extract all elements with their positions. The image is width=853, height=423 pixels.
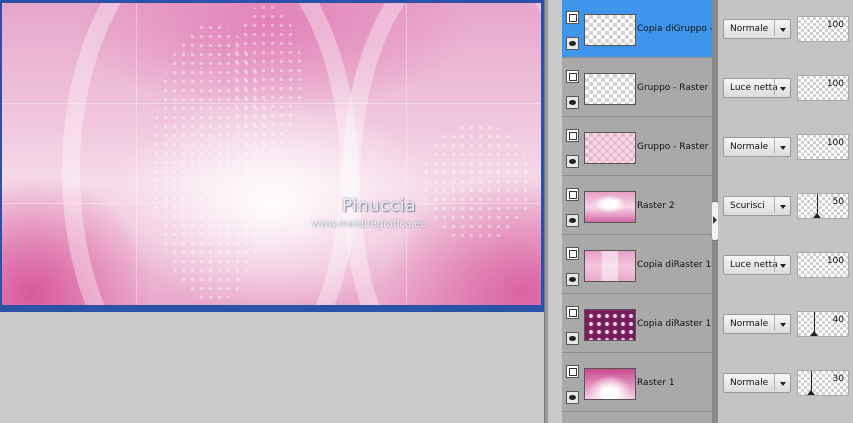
layer-row[interactable]: Copia diGruppo - l [562, 0, 712, 58]
dropdown-arrow-icon [774, 138, 786, 154]
layer-properties: Luce netta 100 [718, 236, 853, 294]
layer-properties: Scurisci 50 [718, 177, 853, 235]
blend-mode-value: Normale [730, 24, 769, 34]
opacity-slider[interactable]: 100 [797, 75, 849, 101]
visibility-eye-icon[interactable] [566, 155, 579, 168]
visibility-eye-icon[interactable] [566, 214, 579, 227]
layer-row[interactable]: Gruppo - Raster 3 [562, 59, 712, 117]
dropdown-arrow-icon [774, 20, 786, 36]
visibility-eye-icon[interactable] [566, 37, 579, 50]
opacity-slider-thumb[interactable] [813, 213, 821, 218]
opacity-value: 100 [826, 20, 844, 30]
opacity-value: 40 [832, 315, 844, 325]
opacity-slider[interactable]: 100 [797, 134, 849, 160]
layer-thumbnail [584, 309, 636, 341]
layer-row[interactable]: Gruppo - Raster 3 [562, 118, 712, 176]
blend-mode-dropdown[interactable]: Normale [723, 373, 791, 393]
layer-thumbnail [584, 14, 636, 46]
opacity-value: 100 [826, 79, 844, 89]
workspace-background [0, 312, 544, 423]
dropdown-arrow-icon [774, 315, 786, 331]
decor-bokeh [232, 3, 302, 153]
opacity-value: 100 [826, 256, 844, 266]
panel-divider [544, 0, 548, 423]
dropdown-arrow-icon [774, 374, 786, 390]
blend-mode-dropdown[interactable]: Luce netta [723, 255, 791, 275]
layer-group-icon[interactable] [566, 129, 579, 142]
visibility-eye-icon[interactable] [566, 96, 579, 109]
layer-group-icon[interactable] [566, 306, 579, 319]
blend-mode-value: Luce netta [730, 260, 778, 270]
layer-thumbnail [584, 73, 636, 105]
opacity-value: 100 [826, 138, 844, 148]
blend-mode-value: Normale [730, 142, 769, 152]
layer-name: Gruppo - Raster 3 [637, 83, 712, 93]
layer-thumbnail [584, 132, 636, 164]
decor-bokeh [422, 123, 532, 243]
blend-mode-value: Luce netta [730, 83, 778, 93]
blend-mode-dropdown[interactable]: Normale [723, 314, 791, 334]
dropdown-arrow-icon [774, 256, 786, 272]
layer-properties: Luce netta 100 [718, 59, 853, 117]
image-canvas-frame: Pinuccia www.maidiregrafica.eu [0, 0, 544, 312]
image-canvas[interactable]: Pinuccia www.maidiregrafica.eu [2, 3, 541, 305]
watermark-url: www.maidiregrafica.eu [312, 219, 427, 230]
opacity-slider[interactable]: 50 [797, 193, 849, 219]
layer-name: Copia diRaster 1 [637, 319, 712, 329]
opacity-slider-line [811, 371, 812, 391]
opacity-value: 50 [832, 197, 844, 207]
opacity-slider[interactable]: 30 [797, 370, 849, 396]
layer-name: Gruppo - Raster 3 [637, 142, 712, 152]
layer-group-icon[interactable] [566, 70, 579, 83]
blend-mode-dropdown[interactable]: Normale [723, 137, 791, 157]
blend-mode-value: Scurisci [730, 201, 765, 211]
layer-name: Raster 1 [637, 378, 675, 388]
layer-properties: Normale 30 [718, 354, 853, 412]
dropdown-arrow-icon [774, 79, 786, 95]
dropdown-arrow-icon [774, 197, 786, 213]
layer-name: Raster 2 [637, 201, 675, 211]
layer-properties: Normale 100 [718, 0, 853, 58]
layer-row[interactable]: Raster 2 [562, 177, 712, 235]
layer-thumbnail [584, 191, 636, 223]
opacity-slider-thumb[interactable] [807, 390, 815, 395]
layer-thumbnail [584, 368, 636, 400]
layer-properties: Normale 100 [718, 118, 853, 176]
blend-mode-value: Normale [730, 319, 769, 329]
opacity-slider[interactable]: 40 [797, 311, 849, 337]
layer-group-icon[interactable] [566, 188, 579, 201]
opacity-slider-thumb[interactable] [810, 331, 818, 336]
layer-thumbnail [584, 250, 636, 282]
watermark-title: Pinuccia [342, 196, 416, 216]
opacity-value: 30 [832, 374, 844, 384]
opacity-slider[interactable]: 100 [797, 252, 849, 278]
layer-group-icon[interactable] [566, 365, 579, 378]
opacity-slider-line [817, 194, 818, 214]
layer-properties: Normale 40 [718, 295, 853, 353]
layer-name: Copia diRaster 1 [637, 260, 712, 270]
blend-mode-dropdown[interactable]: Scurisci [723, 196, 791, 216]
opacity-slider[interactable]: 100 [797, 16, 849, 42]
visibility-eye-icon[interactable] [566, 273, 579, 286]
layer-group-icon[interactable] [566, 247, 579, 260]
layer-row[interactable]: Copia diRaster 1 [562, 236, 712, 294]
visibility-eye-icon[interactable] [566, 332, 579, 345]
opacity-slider-line [814, 312, 815, 332]
layer-group-icon[interactable] [566, 11, 579, 24]
layer-row[interactable]: Raster 1 [562, 354, 712, 412]
blend-mode-dropdown[interactable]: Normale [723, 19, 791, 39]
layer-name: Copia diGruppo - l [637, 24, 712, 34]
blend-mode-value: Normale [730, 378, 769, 388]
layer-row[interactable]: Copia diRaster 1 [562, 295, 712, 353]
blend-mode-dropdown[interactable]: Luce netta [723, 78, 791, 98]
visibility-eye-icon[interactable] [566, 391, 579, 404]
